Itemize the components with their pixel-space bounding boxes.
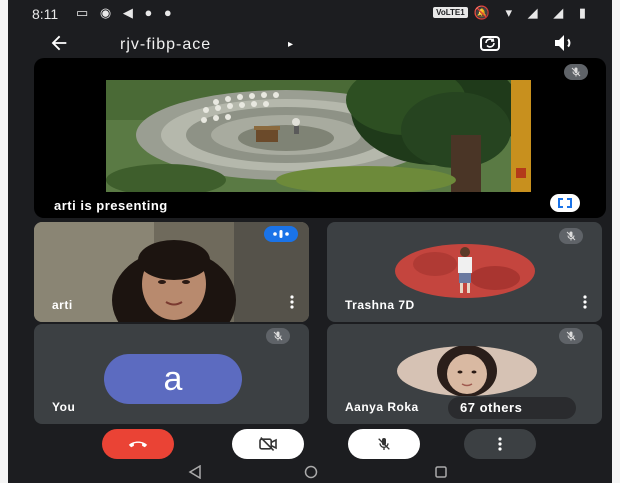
participant-tile-you[interactable]: a You	[34, 324, 309, 424]
speaker-button[interactable]	[552, 31, 576, 55]
muted-badge	[559, 228, 583, 244]
participant-name: Aanya Roka	[345, 400, 419, 414]
system-nav-bar	[8, 462, 612, 483]
participant-more-button[interactable]	[582, 295, 588, 312]
end-call-button[interactable]	[102, 429, 174, 459]
camera-off-icon	[259, 437, 277, 451]
participant-tile-trashna[interactable]: Trashna 7D	[327, 222, 602, 322]
more-vertical-icon	[290, 295, 294, 309]
signal-icons: 🔕 ▾ ◢ ◢ ▮	[473, 5, 592, 20]
more-vertical-icon	[583, 295, 587, 309]
nav-recents-icon[interactable]	[434, 465, 448, 479]
status-bar: 8:11 ▭ ◉ ◀ ● ● VoLTE1 🔕 ▾ ◢ ◢ ▮	[8, 0, 612, 28]
switch-camera-button[interactable]	[478, 31, 502, 55]
more-options-button[interactable]	[464, 429, 536, 459]
mic-off-icon	[378, 438, 390, 450]
presenting-label: arti is presenting	[54, 198, 168, 213]
shared-screen-image	[106, 80, 531, 192]
participant-name: arti	[52, 298, 73, 312]
participant-name: You	[52, 400, 76, 414]
camera-switch-icon	[480, 36, 500, 51]
meeting-title[interactable]: rjv-fibp-ace	[120, 36, 211, 54]
status-time: 8:11	[32, 6, 59, 22]
avatar-initial: a	[163, 359, 183, 398]
system-icons: VoLTE1 🔕 ▾ ◢ ◢ ▮	[433, 5, 592, 21]
shared-screen	[106, 80, 531, 192]
participant-avatar-photo	[397, 346, 537, 396]
participant-more-button[interactable]	[289, 295, 295, 312]
meeting-info-caret[interactable]: ▸	[288, 39, 293, 50]
audio-level-icon	[273, 230, 289, 238]
mic-off-icon	[571, 67, 581, 77]
muted-badge	[266, 328, 290, 344]
meeting-header: rjv-fibp-ace ▸	[8, 28, 612, 60]
notification-icons: ▭ ◉ ◀ ● ●	[76, 5, 176, 20]
speaking-indicator	[264, 226, 298, 242]
arrow-left-icon	[51, 35, 67, 51]
more-vertical-icon	[498, 437, 502, 451]
others-count-pill[interactable]: 67 others	[448, 397, 576, 419]
camera-toggle-button[interactable]	[232, 429, 304, 459]
mic-toggle-button[interactable]	[348, 429, 420, 459]
call-controls	[8, 425, 612, 463]
participant-tile-arti[interactable]: arti	[34, 222, 309, 322]
avatar: a	[104, 354, 242, 404]
volte-badge: VoLTE1	[433, 7, 468, 18]
fullscreen-icon	[558, 198, 572, 208]
speaker-icon	[555, 35, 571, 51]
nav-back-icon[interactable]	[188, 465, 202, 479]
participant-avatar-photo	[395, 244, 535, 298]
participant-name: Trashna 7D	[345, 298, 415, 312]
muted-badge	[559, 328, 583, 344]
presenter-muted-badge	[564, 64, 588, 80]
mic-off-icon	[566, 331, 576, 341]
fullscreen-button[interactable]	[550, 194, 580, 212]
phone-hangup-icon	[128, 441, 148, 448]
back-button[interactable]	[48, 32, 70, 60]
mic-off-icon	[566, 231, 576, 241]
nav-home-icon[interactable]	[304, 465, 318, 479]
presentation-tile[interactable]: arti is presenting	[34, 58, 606, 218]
meet-screen: 8:11 ▭ ◉ ◀ ● ● VoLTE1 🔕 ▾ ◢ ◢ ▮ rjv-fibp-…	[8, 0, 612, 483]
mic-off-icon	[273, 331, 283, 341]
